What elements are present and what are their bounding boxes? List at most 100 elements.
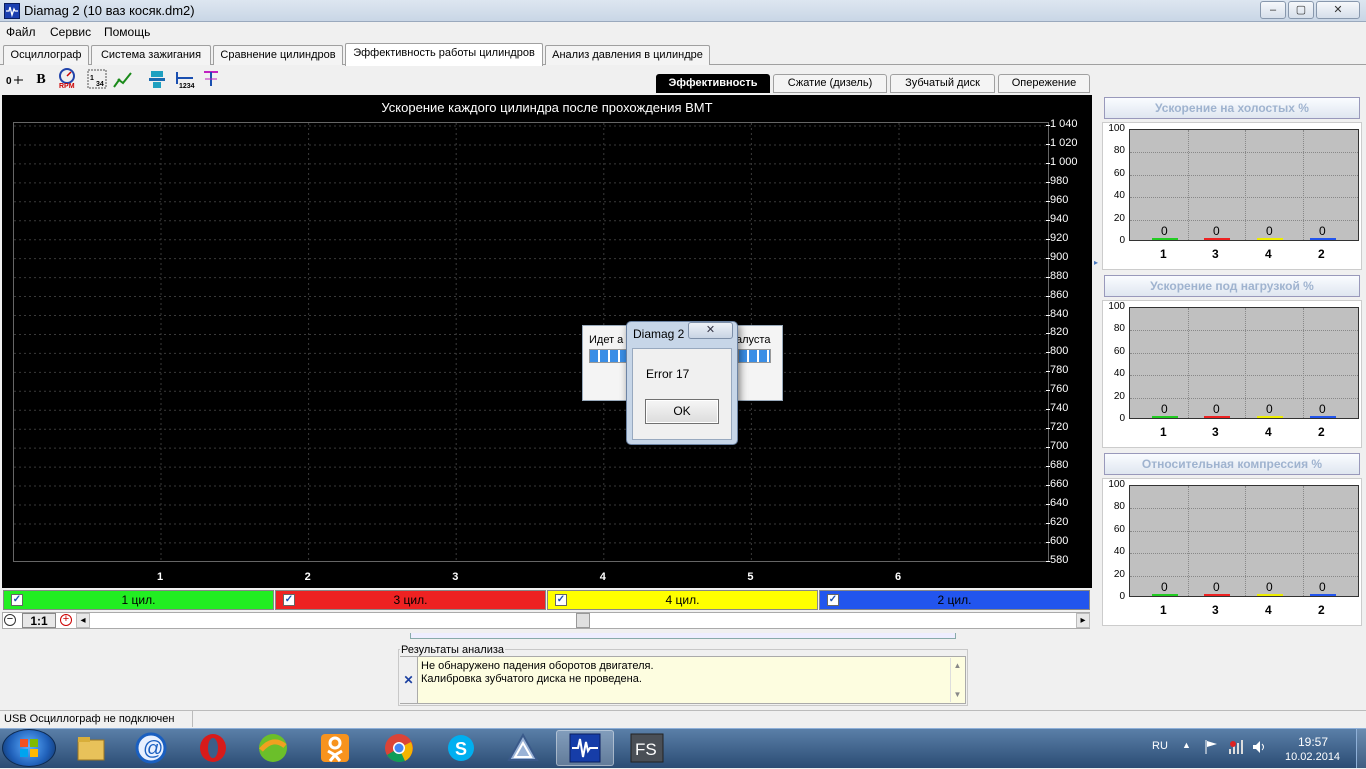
- zoom-ratio[interactable]: 1:1: [22, 613, 56, 628]
- tray-time[interactable]: 19:57: [1298, 735, 1328, 749]
- menu-help[interactable]: Помощь: [104, 25, 150, 39]
- tab-oscilloscope[interactable]: Осциллограф: [3, 45, 89, 65]
- mini-chart-title[interactable]: Ускорение под нагрузкой %: [1104, 275, 1360, 297]
- mini-x-label: 3: [1212, 247, 1219, 261]
- mini-chart-plot: 0 0 0 0: [1129, 307, 1359, 419]
- cylinder-label: 3 цил.: [393, 593, 428, 607]
- subtab-gear-disk[interactable]: Зубчатый диск: [890, 74, 995, 93]
- mini-grid-line: [1130, 530, 1358, 532]
- results-collapse-bar[interactable]: [410, 633, 956, 639]
- ok-button[interactable]: OK: [645, 399, 719, 424]
- subtab-efficiency[interactable]: Эффективность: [656, 74, 770, 93]
- svg-text:34: 34: [96, 81, 104, 88]
- mini-bar-value: 0: [1161, 402, 1168, 416]
- cylinder-toggle[interactable]: ✓ 2 цил.: [819, 590, 1090, 610]
- mini-chart-title[interactable]: Относительная компрессия %: [1104, 453, 1360, 475]
- scale-icon[interactable]: 1 34: [87, 69, 107, 89]
- y-tick-mark: [1046, 125, 1050, 126]
- scroll-thumb[interactable]: [576, 613, 590, 628]
- dialog-title: Diamag 2: [633, 327, 685, 341]
- mini-y-tick: 60: [1113, 523, 1125, 535]
- rpm-icon[interactable]: RPM: [57, 68, 77, 89]
- numbering-icon[interactable]: 1234: [175, 69, 195, 89]
- y-tick-mark: [1046, 238, 1050, 240]
- status-text: USB Осциллограф не подключен: [4, 713, 175, 725]
- y-tick-label: 800: [1050, 345, 1069, 358]
- taskbar-skype[interactable]: S: [432, 730, 490, 766]
- start-button[interactable]: [2, 729, 56, 767]
- cylinder-toggle[interactable]: ✓ 4 цил.: [547, 590, 818, 610]
- splitter-handle[interactable]: ▸: [1094, 258, 1099, 268]
- y-tick-mark: [1046, 333, 1050, 335]
- status-divider: [192, 711, 193, 727]
- close-button[interactable]: ✕: [1316, 1, 1360, 19]
- mini-grid-line: [1302, 486, 1304, 596]
- cylinder-icon[interactable]: [147, 69, 167, 89]
- tab-ignition[interactable]: Система зажигания: [91, 45, 211, 65]
- mini-bar: [1152, 594, 1178, 596]
- marker-icon[interactable]: [201, 69, 221, 89]
- y-tick-label: 780: [1050, 364, 1069, 377]
- chart-plot-area[interactable]: [13, 122, 1049, 562]
- taskbar-app-green[interactable]: [244, 730, 302, 766]
- taskbar-chrome[interactable]: [370, 730, 428, 766]
- taskbar-opera[interactable]: [184, 730, 242, 766]
- bold-icon[interactable]: B: [31, 70, 51, 90]
- taskbar-diamag[interactable]: [556, 730, 614, 766]
- taskbar-app-tri[interactable]: [494, 730, 552, 766]
- tray-network-icon[interactable]: [1228, 739, 1244, 758]
- y-tick-label: 580: [1050, 553, 1069, 566]
- tray-language[interactable]: RU: [1152, 740, 1168, 752]
- tab-pressure-analysis[interactable]: Анализ давления в цилиндре: [545, 45, 710, 65]
- result-line: Не обнаружено падения оборотов двигателя…: [421, 660, 654, 672]
- taskbar-fs[interactable]: FS: [618, 730, 676, 766]
- mini-bar-value: 0: [1213, 402, 1220, 416]
- tab-cylinder-efficiency[interactable]: Эффективность работы цилиндров: [345, 43, 543, 66]
- subtab-advance[interactable]: Опережение: [998, 74, 1090, 93]
- subtab-compression-diesel[interactable]: Сжатие (дизель): [773, 74, 887, 93]
- cylinder-checkbox[interactable]: ✓: [827, 594, 839, 606]
- mini-bar: [1204, 238, 1230, 240]
- svg-text:S: S: [455, 739, 467, 759]
- mini-y-tick: 60: [1113, 167, 1125, 179]
- zoom-scrollbar[interactable]: [2, 612, 1090, 629]
- cylinder-label: 1 цил.: [121, 593, 156, 607]
- graph-icon[interactable]: [113, 70, 133, 90]
- scroll-right-button[interactable]: ▸: [1076, 613, 1090, 628]
- mini-y-tick: 100: [1108, 123, 1125, 134]
- taskbar-explorer[interactable]: [62, 730, 120, 766]
- y-tick-mark: [1046, 390, 1050, 392]
- cylinder-toggle[interactable]: ✓ 3 цил.: [275, 590, 546, 610]
- tray-flag-icon[interactable]: [1204, 739, 1218, 758]
- minimize-button[interactable]: –: [1260, 1, 1286, 19]
- zoom-value-icon[interactable]: 0: [5, 70, 25, 90]
- taskbar-mail[interactable]: @: [122, 730, 180, 766]
- cylinder-checkbox[interactable]: ✓: [11, 594, 23, 606]
- cylinder-checkbox[interactable]: ✓: [283, 594, 295, 606]
- chart-title: Ускорение каждого цилиндра после прохожд…: [381, 100, 713, 115]
- results-clear-button[interactable]: ✕: [400, 657, 418, 703]
- maximize-button[interactable]: ▢: [1288, 1, 1314, 19]
- zoom-in-button[interactable]: +: [60, 614, 72, 626]
- results-scrollbar[interactable]: ▲ ▼: [950, 658, 964, 702]
- cylinder-checkbox[interactable]: ✓: [555, 594, 567, 606]
- tray-date[interactable]: 10.02.2014: [1285, 751, 1340, 763]
- mini-grid-line: [1245, 486, 1246, 596]
- y-tick-mark: [1046, 314, 1050, 316]
- results-legend: Результаты анализа: [400, 644, 506, 656]
- mini-bar: [1204, 416, 1230, 418]
- tray-show-hidden-icon[interactable]: ▲: [1182, 740, 1191, 750]
- scroll-left-button[interactable]: ◂: [76, 613, 90, 628]
- show-desktop-button[interactable]: [1356, 729, 1366, 768]
- zoom-out-button[interactable]: −: [4, 614, 16, 626]
- menu-service[interactable]: Сервис: [50, 25, 91, 39]
- dialog-close-button[interactable]: ✕: [688, 322, 733, 339]
- tab-cylinder-compare[interactable]: Сравнение цилиндров: [213, 45, 343, 65]
- result-line: Калибровка зубчатого диска не проведена.: [421, 673, 642, 685]
- tray-volume-icon[interactable]: [1252, 739, 1268, 758]
- cylinder-toggle[interactable]: ✓ 1 цил.: [3, 590, 274, 610]
- mini-chart: 0 0 0 0 100 80 60 40 20 0 1 3 4 2: [1102, 300, 1362, 448]
- mini-chart-title[interactable]: Ускорение на холостых %: [1104, 97, 1360, 119]
- taskbar-odnoklassniki[interactable]: [306, 730, 364, 766]
- menu-file[interactable]: Файл: [6, 25, 36, 39]
